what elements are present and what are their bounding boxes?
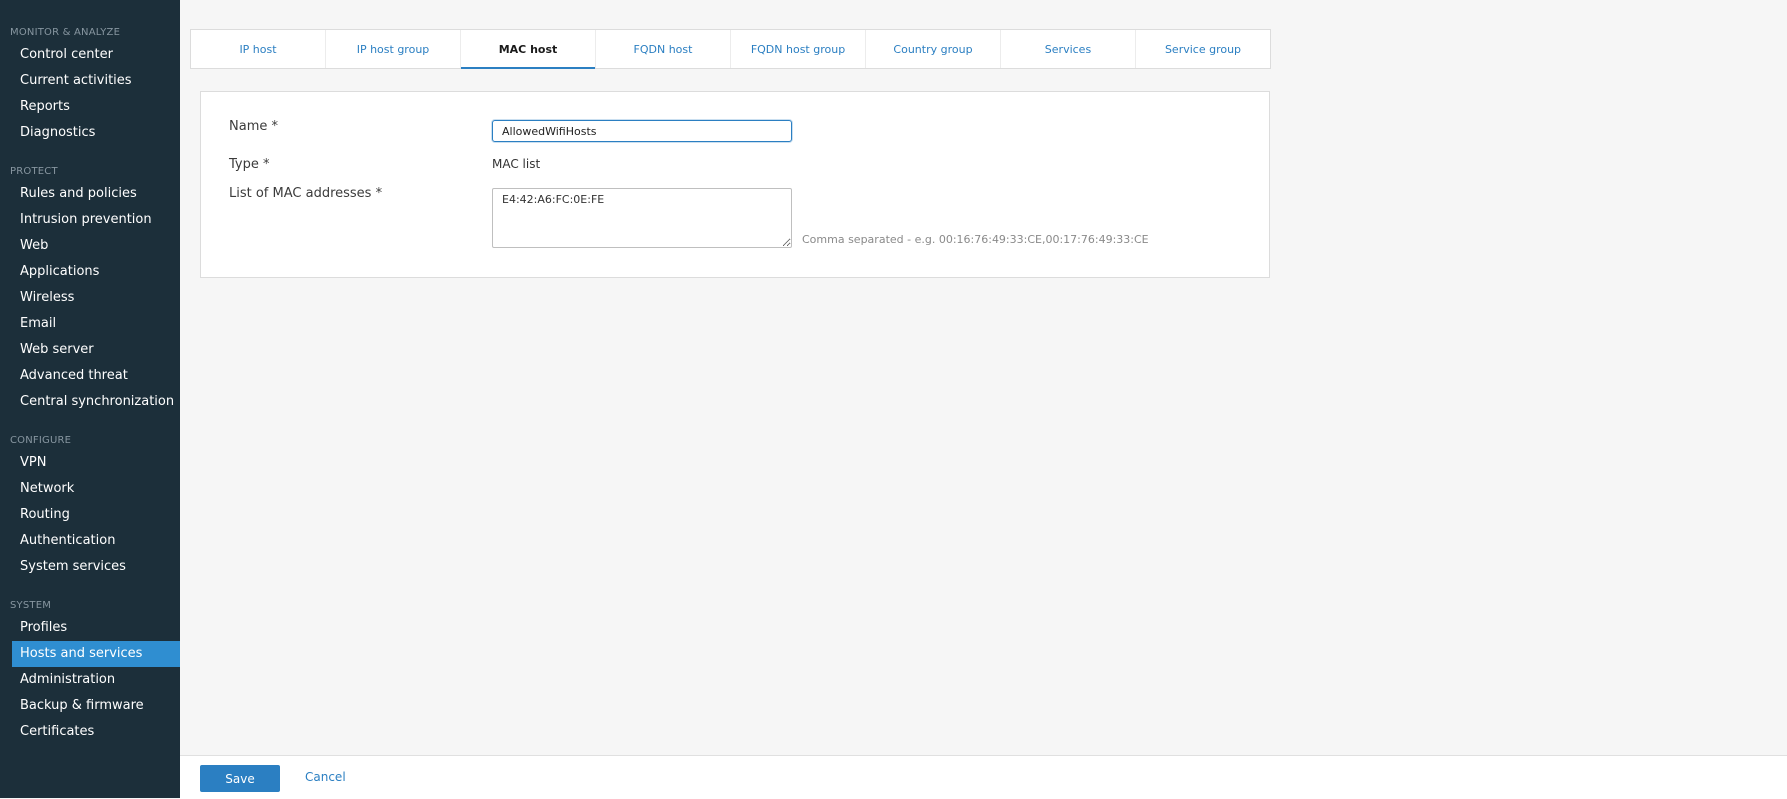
nav-item-web-server[interactable]: Web server [12,337,180,363]
sidebar: MONITOR & ANALYZE Control center Current… [0,0,180,798]
type-label: Type * [229,157,270,172]
type-value: MAC list [492,157,541,171]
nav-item-backup-and-firmware[interactable]: Backup & firmware [12,693,180,719]
tab-service-group[interactable]: Service group [1136,30,1270,68]
nav-item-reports[interactable]: Reports [12,94,180,120]
nav-item-intrusion-prevention[interactable]: Intrusion prevention [12,207,180,233]
mac-host-form: Name * Type * MAC list List of MAC addre… [200,91,1270,278]
cancel-button[interactable]: Cancel [305,770,346,784]
nav-item-routing[interactable]: Routing [12,502,180,528]
nav-item-hosts-and-services[interactable]: Hosts and services [12,641,180,667]
nav-item-vpn[interactable]: VPN [12,450,180,476]
section-title-system: SYSTEM [10,600,52,611]
nav-item-email[interactable]: Email [12,311,180,337]
nav-item-applications[interactable]: Applications [12,259,180,285]
section-title-monitor: MONITOR & ANALYZE [10,27,121,38]
nav-item-network[interactable]: Network [12,476,180,502]
nav-item-web[interactable]: Web [12,233,180,259]
section-title-configure: CONFIGURE [10,435,72,446]
nav-item-authentication[interactable]: Authentication [12,528,180,554]
nav-item-profiles[interactable]: Profiles [12,615,180,641]
save-button[interactable]: Save [200,765,280,792]
name-input[interactable] [492,120,792,142]
nav-item-administration[interactable]: Administration [12,667,180,693]
tab-fqdn-host-group[interactable]: FQDN host group [731,30,866,68]
tab-ip-host[interactable]: IP host [191,30,326,68]
name-label: Name * [229,119,278,134]
footer-bar: Save Cancel [180,755,1787,799]
nav-item-current-activities[interactable]: Current activities [12,68,180,94]
tab-mac-host[interactable]: MAC host [461,30,596,69]
nav-item-diagnostics[interactable]: Diagnostics [12,120,180,146]
section-title-protect: PROTECT [10,166,58,177]
mac-list-hint: Comma separated - e.g. 00:16:76:49:33:CE… [802,233,1149,246]
tab-bar: IP host IP host group MAC host FQDN host… [190,29,1271,69]
nav-item-certificates[interactable]: Certificates [12,719,180,745]
nav-item-rules-and-policies[interactable]: Rules and policies [12,181,180,207]
nav-item-system-services[interactable]: System services [12,554,180,580]
nav-item-control-center[interactable]: Control center [12,42,180,68]
nav-item-central-synchronization[interactable]: Central synchronization [12,389,180,415]
tab-fqdn-host[interactable]: FQDN host [596,30,731,68]
tab-services[interactable]: Services [1001,30,1136,68]
tab-country-group[interactable]: Country group [866,30,1001,68]
mac-list-label: List of MAC addresses * [229,186,383,201]
nav-item-advanced-threat[interactable]: Advanced threat [12,363,180,389]
tab-ip-host-group[interactable]: IP host group [326,30,461,68]
mac-list-textarea[interactable]: E4:42:A6:FC:0E:FE [492,188,792,248]
nav-item-wireless[interactable]: Wireless [12,285,180,311]
